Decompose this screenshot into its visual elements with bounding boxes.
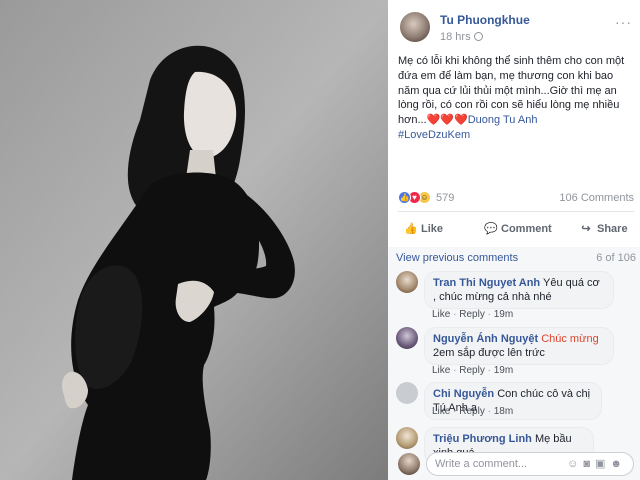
comment-time[interactable]: 19m xyxy=(494,365,513,376)
commenter-name[interactable]: Chi Nguyễn xyxy=(433,388,494,400)
share-icon: ↪ xyxy=(581,223,591,235)
mention-link[interactable]: Duong Tu Anh xyxy=(468,114,538,126)
share-label: Share xyxy=(597,223,628,235)
post-actions: 👍 Like 💬 Comment ↪ Share xyxy=(398,214,634,242)
reactions-bar: ☺ ♥ 👍 579 106 Comments xyxy=(398,191,634,207)
sticker-icon[interactable]: ☻ xyxy=(610,458,627,470)
comment-bubble: Tran Thi Nguyet Anh Yêu quá cơ , chúc mừ… xyxy=(424,271,614,309)
comment-like-link[interactable]: Like xyxy=(432,365,450,376)
write-comment-box: Write a comment... ☺◙▣☻ xyxy=(398,452,634,476)
comment-actions: Like · Reply · 18m xyxy=(432,406,514,417)
commenter-avatar[interactable] xyxy=(396,327,418,349)
post-time[interactable]: 18 hrs xyxy=(440,31,471,43)
author-name[interactable]: Tu Phuongkhue xyxy=(440,13,530,27)
comment-time[interactable]: 19m xyxy=(494,309,513,320)
post-viewer: Tu Phuongkhue 18 hrs ··· Mẹ có lỗi khi k… xyxy=(0,0,640,480)
like-button[interactable]: 👍 Like xyxy=(404,222,443,235)
view-previous-comments[interactable]: View previous comments xyxy=(396,252,518,264)
comment-tools: ☺◙▣☻ xyxy=(567,457,627,470)
comment-button[interactable]: 💬 Comment xyxy=(484,222,552,235)
commenter-name[interactable]: Triệu Phương Linh xyxy=(433,433,532,445)
post-hearts: ❤️❤️❤️ xyxy=(426,114,468,127)
hashtag-link[interactable]: #LoveDzuKem xyxy=(398,129,470,141)
my-avatar xyxy=(398,453,420,475)
post-photo[interactable] xyxy=(0,0,388,480)
comment-reply-link[interactable]: Reply xyxy=(459,309,485,320)
comment-highlight: Chúc mừng xyxy=(541,333,599,345)
comment-reply-link[interactable]: Reply xyxy=(459,406,485,417)
comments-section: View previous comments 6 of 106 Tran Thi… xyxy=(388,247,640,480)
share-button[interactable]: ↪ Share xyxy=(580,222,628,235)
commenter-name[interactable]: Nguyễn Ánh Nguyệt xyxy=(433,333,538,345)
gif-icon[interactable]: ▣ xyxy=(595,458,610,470)
comment-text: 2em sắp được lên trức xyxy=(433,347,545,359)
commenter-name[interactable]: Tran Thi Nguyet Anh xyxy=(433,277,540,289)
post-text: Mẹ có lỗi khi không thể sinh thêm cho co… xyxy=(398,54,634,143)
more-icon[interactable]: ··· xyxy=(615,14,632,30)
like-reaction-icon[interactable]: 👍 xyxy=(398,191,411,204)
comment-input[interactable]: Write a comment... ☺◙▣☻ xyxy=(426,452,634,476)
pregnant-woman-photo xyxy=(0,0,388,480)
comments-pager: 6 of 106 xyxy=(596,252,636,264)
comment-time[interactable]: 18m xyxy=(494,406,513,417)
comment-actions: Like · Reply · 19m xyxy=(432,365,514,376)
commenter-avatar[interactable] xyxy=(396,382,418,404)
thumb-up-icon: 👍 xyxy=(404,223,418,235)
comment-like-link[interactable]: Like xyxy=(432,309,450,320)
commenter-avatar[interactable] xyxy=(396,271,418,293)
globe-icon xyxy=(474,32,483,41)
post-panel: Tu Phuongkhue 18 hrs ··· Mẹ có lỗi khi k… xyxy=(388,0,640,480)
author-avatar[interactable] xyxy=(400,12,430,42)
comment-icon: 💬 xyxy=(484,223,498,235)
reaction-count[interactable]: 579 xyxy=(436,192,454,204)
comment-reply-link[interactable]: Reply xyxy=(459,365,485,376)
camera-icon[interactable]: ◙ xyxy=(583,458,595,470)
post-header: Tu Phuongkhue 18 hrs ··· xyxy=(400,8,632,48)
commenter-avatar[interactable] xyxy=(396,427,418,449)
comment-actions: Like · Reply · 19m xyxy=(432,309,514,320)
divider xyxy=(398,211,634,212)
emoji-icon[interactable]: ☺ xyxy=(567,458,583,470)
comment-like-link[interactable]: Like xyxy=(432,406,450,417)
comment-placeholder: Write a comment... xyxy=(435,458,528,470)
comment-label: Comment xyxy=(501,223,552,235)
comment-count[interactable]: 106 Comments xyxy=(559,192,634,204)
like-label: Like xyxy=(421,223,444,235)
comment-bubble: Nguyễn Ánh Nguyệt Chúc mừng 2em sắp được… xyxy=(424,327,614,365)
